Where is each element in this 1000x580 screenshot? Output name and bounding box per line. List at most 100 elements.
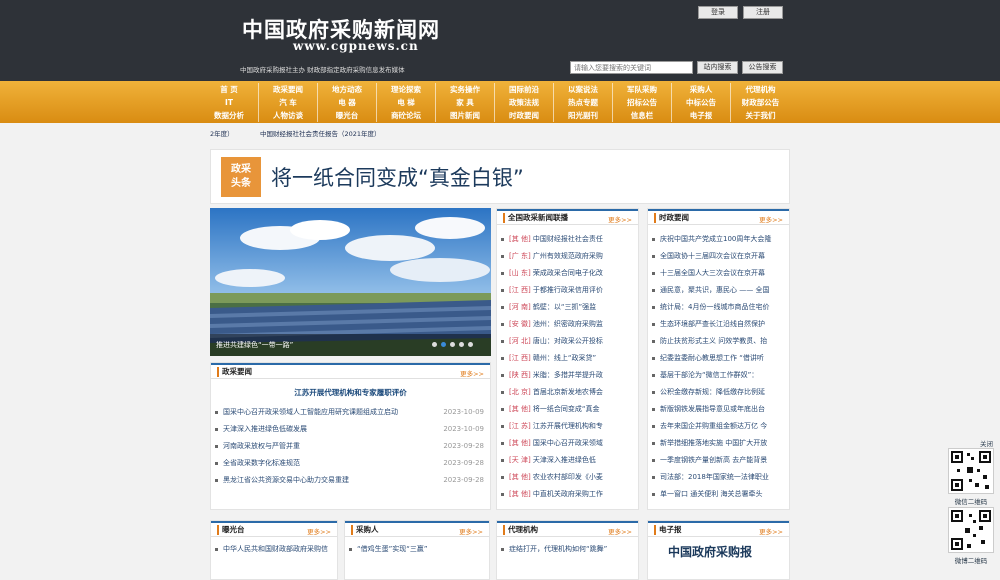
list-item[interactable]: [河 南] 鹤壁：以“三抓”强监 — [497, 299, 638, 316]
list-item[interactable]: [其 他] 农业农村部印发《小麦 — [497, 469, 638, 486]
item-text[interactable]: 新举措细推落地实施 中国扩大开放 — [660, 439, 767, 447]
list-item[interactable]: [陕 西] 米脂：多措并举提升政 — [497, 367, 638, 384]
item-text[interactable]: 统计局：4月份一线城市商品住宅价 — [660, 303, 769, 311]
search-input[interactable] — [570, 61, 693, 74]
list-item[interactable]: 防止扶贫形式主义 问效学教贯、抬 — [648, 333, 789, 350]
more-link[interactable]: 更多>> — [460, 368, 484, 378]
list-item[interactable]: 十三届全国人大三次会议在京开幕 — [648, 265, 789, 282]
nav-item[interactable]: 首 页 — [200, 83, 259, 96]
nav-item[interactable]: 实务操作 — [436, 83, 495, 96]
nav-item[interactable]: 图片新闻 — [436, 109, 495, 122]
list-item[interactable]: 公积金缴存新规：降低缴存比例延 — [648, 384, 789, 401]
slider-dot[interactable] — [450, 342, 455, 347]
nav-item[interactable]: IT — [200, 96, 259, 109]
list-item[interactable]: [山 东] 荣成政采合同电子化改 — [497, 265, 638, 282]
item-text[interactable]: 江苏开展代理机构和专 — [533, 422, 603, 430]
list-item[interactable]: 一季度钢铁产量创新高 去产能背景 — [648, 452, 789, 469]
nav-item[interactable]: 代理机构 — [731, 83, 790, 96]
close-button[interactable]: 关闭 — [980, 438, 993, 448]
list-item[interactable]: 纪委监委耐心教思想工作 “借讲听 — [648, 350, 789, 367]
slider-dot[interactable] — [468, 342, 473, 347]
list-item[interactable]: 新举措细推落地实施 中国扩大开放 — [648, 435, 789, 452]
item-text[interactable]: 防止扶贫形式主义 问效学教贯、抬 — [660, 337, 767, 345]
list-item[interactable]: 统计局：4月份一线城市商品住宅价 — [648, 299, 789, 316]
headline-title[interactable]: 将一纸合同变成“真金白银” — [271, 162, 524, 192]
site-search-button[interactable]: 站内搜索 — [697, 61, 738, 74]
list-item[interactable]: 单一窗口 通关便利 海关总署牵头 — [648, 486, 789, 503]
list-item[interactable]: 通民意，聚共识，惠民心 —— 全国 — [648, 282, 789, 299]
item-text[interactable]: 将一纸合同变成“真金 — [533, 405, 600, 413]
item-text[interactable]: 单一窗口 通关便利 海关总署牵头 — [660, 490, 762, 498]
item-text[interactable]: 基层干部沦为“微信工作群奴”： — [660, 371, 758, 379]
photo-slider[interactable]: 推进共建绿色“一带一路” — [210, 208, 491, 356]
nav-item[interactable]: 电子报 — [672, 109, 731, 122]
nav-item[interactable]: 招标公告 — [613, 96, 672, 109]
item-text[interactable]: 黑龙江省公共资源交易中心助力交易重建 — [223, 476, 349, 484]
nav-item[interactable]: 数据分析 — [200, 109, 259, 122]
item-text[interactable]: 中华人民共和国财政部政府采购信 — [223, 545, 328, 553]
item-text[interactable]: 河南政采放权与严管并重 — [223, 442, 300, 450]
list-item[interactable]: 全国政协十三届四次会议在京开幕 — [648, 248, 789, 265]
list-item[interactable]: [江 西] 于都推行政采信用评价 — [497, 282, 638, 299]
item-text[interactable]: 公积金缴存新规：降低缴存比例延 — [660, 388, 765, 396]
list-item[interactable]: 庆祝中国共产党成立100周年大会隆 — [648, 231, 789, 248]
item-text[interactable]: 中直机关政府采购工作 — [533, 490, 603, 498]
list-item[interactable]: 司法部：2018年国家统一法律职业 — [648, 469, 789, 486]
item-text[interactable]: 全国政协十三届四次会议在京开幕 — [660, 252, 765, 260]
item-text[interactable]: 米脂：多措并举提升政 — [533, 371, 603, 379]
nav-item[interactable]: 家 具 — [436, 96, 495, 109]
list-item[interactable]: 中华人民共和国财政部政府采购信 — [211, 541, 337, 558]
nav-item[interactable]: 曝光台 — [318, 109, 377, 122]
item-text[interactable]: 池州：织密政府采购监 — [533, 320, 603, 328]
list-item[interactable]: [安 徽] 池州：织密政府采购监 — [497, 316, 638, 333]
nav-item[interactable]: 热点专题 — [554, 96, 613, 109]
ticker-right[interactable]: 中国财经报社社会责任报告（2021年度） — [260, 128, 381, 140]
slider-dot-active[interactable] — [441, 342, 446, 347]
nav-item[interactable]: 以案说法 — [554, 83, 613, 96]
nav-item[interactable]: 中标公告 — [672, 96, 731, 109]
nav-item[interactable]: 商砼论坛 — [377, 109, 436, 122]
item-text[interactable]: 天津深入推进绿色低碳发展 — [223, 425, 307, 433]
list-item[interactable]: 全省政采数字化标准规范 2023-09-28 — [211, 455, 490, 472]
nav-item[interactable]: 信息栏 — [613, 109, 672, 122]
more-link[interactable]: 更多>> — [608, 526, 632, 536]
list-item[interactable]: 河南政采放权与严管并重 2023-09-28 — [211, 438, 490, 455]
list-item[interactable]: “借鸡生蛋”实现“三赢” — [345, 541, 489, 558]
item-text[interactable]: 农业农村部印发《小麦 — [533, 473, 603, 481]
slider-dot[interactable] — [432, 342, 437, 347]
nav-item[interactable]: 人物访谈 — [259, 109, 318, 122]
item-text[interactable]: 新版钢铁发展指导意见或年底出台 — [660, 405, 765, 413]
login-button[interactable]: 登录 — [698, 6, 738, 19]
list-item[interactable]: [其 他] 中国财经报社社会责任 — [497, 231, 638, 248]
item-text[interactable]: 天津深入推进绿色低 — [533, 456, 596, 464]
item-text[interactable]: 生态环境部严查长江沿线自然保护 — [660, 320, 765, 328]
item-text[interactable]: 唐山：对政采公开投标 — [533, 337, 603, 345]
item-text[interactable]: 一季度钢铁产量创新高 去产能背景 — [660, 456, 767, 464]
item-text[interactable]: 中国财经报社社会责任 — [533, 235, 603, 243]
list-item[interactable]: 新版钢铁发展指导意见或年底出台 — [648, 401, 789, 418]
item-text[interactable]: 纪委监委耐心教思想工作 “借讲听 — [660, 354, 764, 362]
nav-item[interactable]: 国际前沿 — [495, 83, 554, 96]
item-text[interactable]: 荣成政采合同电子化改 — [533, 269, 603, 277]
list-item[interactable]: 去年来国企并购重组金额达万亿 今 — [648, 418, 789, 435]
item-text[interactable]: “借鸡生蛋”实现“三赢” — [357, 545, 428, 553]
list-item[interactable]: 黑龙江省公共资源交易中心助力交易重建 2023-09-28 — [211, 472, 490, 489]
list-item[interactable]: [江 苏] 江苏开展代理机构和专 — [497, 418, 638, 435]
notice-search-button[interactable]: 公告搜索 — [742, 61, 783, 74]
list-item[interactable]: 国采中心召开政采领域人工智能应用研究课题组成立启动 2023-10-09 — [211, 404, 490, 421]
list-item[interactable]: [其 他] 将一纸合同变成“真金 — [497, 401, 638, 418]
item-text[interactable]: 全省政采数字化标准规范 — [223, 459, 300, 467]
nav-item[interactable]: 时政要闻 — [495, 109, 554, 122]
e-newspaper-thumb[interactable]: 中国政府采购报 — [668, 543, 752, 560]
list-item[interactable]: [河 北] 唐山：对政采公开投标 — [497, 333, 638, 350]
nav-item[interactable]: 政采要闻 — [259, 83, 318, 96]
list-item[interactable]: [其 他] 中直机关政府采购工作 — [497, 486, 638, 503]
item-text[interactable]: 通民意，聚共识，惠民心 —— 全国 — [660, 286, 769, 294]
slider-dot[interactable] — [459, 342, 464, 347]
list-item[interactable]: [其 他] 国采中心召开政采领域 — [497, 435, 638, 452]
item-text[interactable]: 国采中心召开政采领域 — [533, 439, 603, 447]
list-item[interactable]: [广 东] 广州有效规范政府采购 — [497, 248, 638, 265]
item-text[interactable]: 广州有效规范政府采购 — [533, 252, 603, 260]
list-item[interactable]: 症结打开，代理机构如何“跳舞” — [497, 541, 638, 558]
list-item[interactable]: [北 京] 首届北京新发地农博会 — [497, 384, 638, 401]
